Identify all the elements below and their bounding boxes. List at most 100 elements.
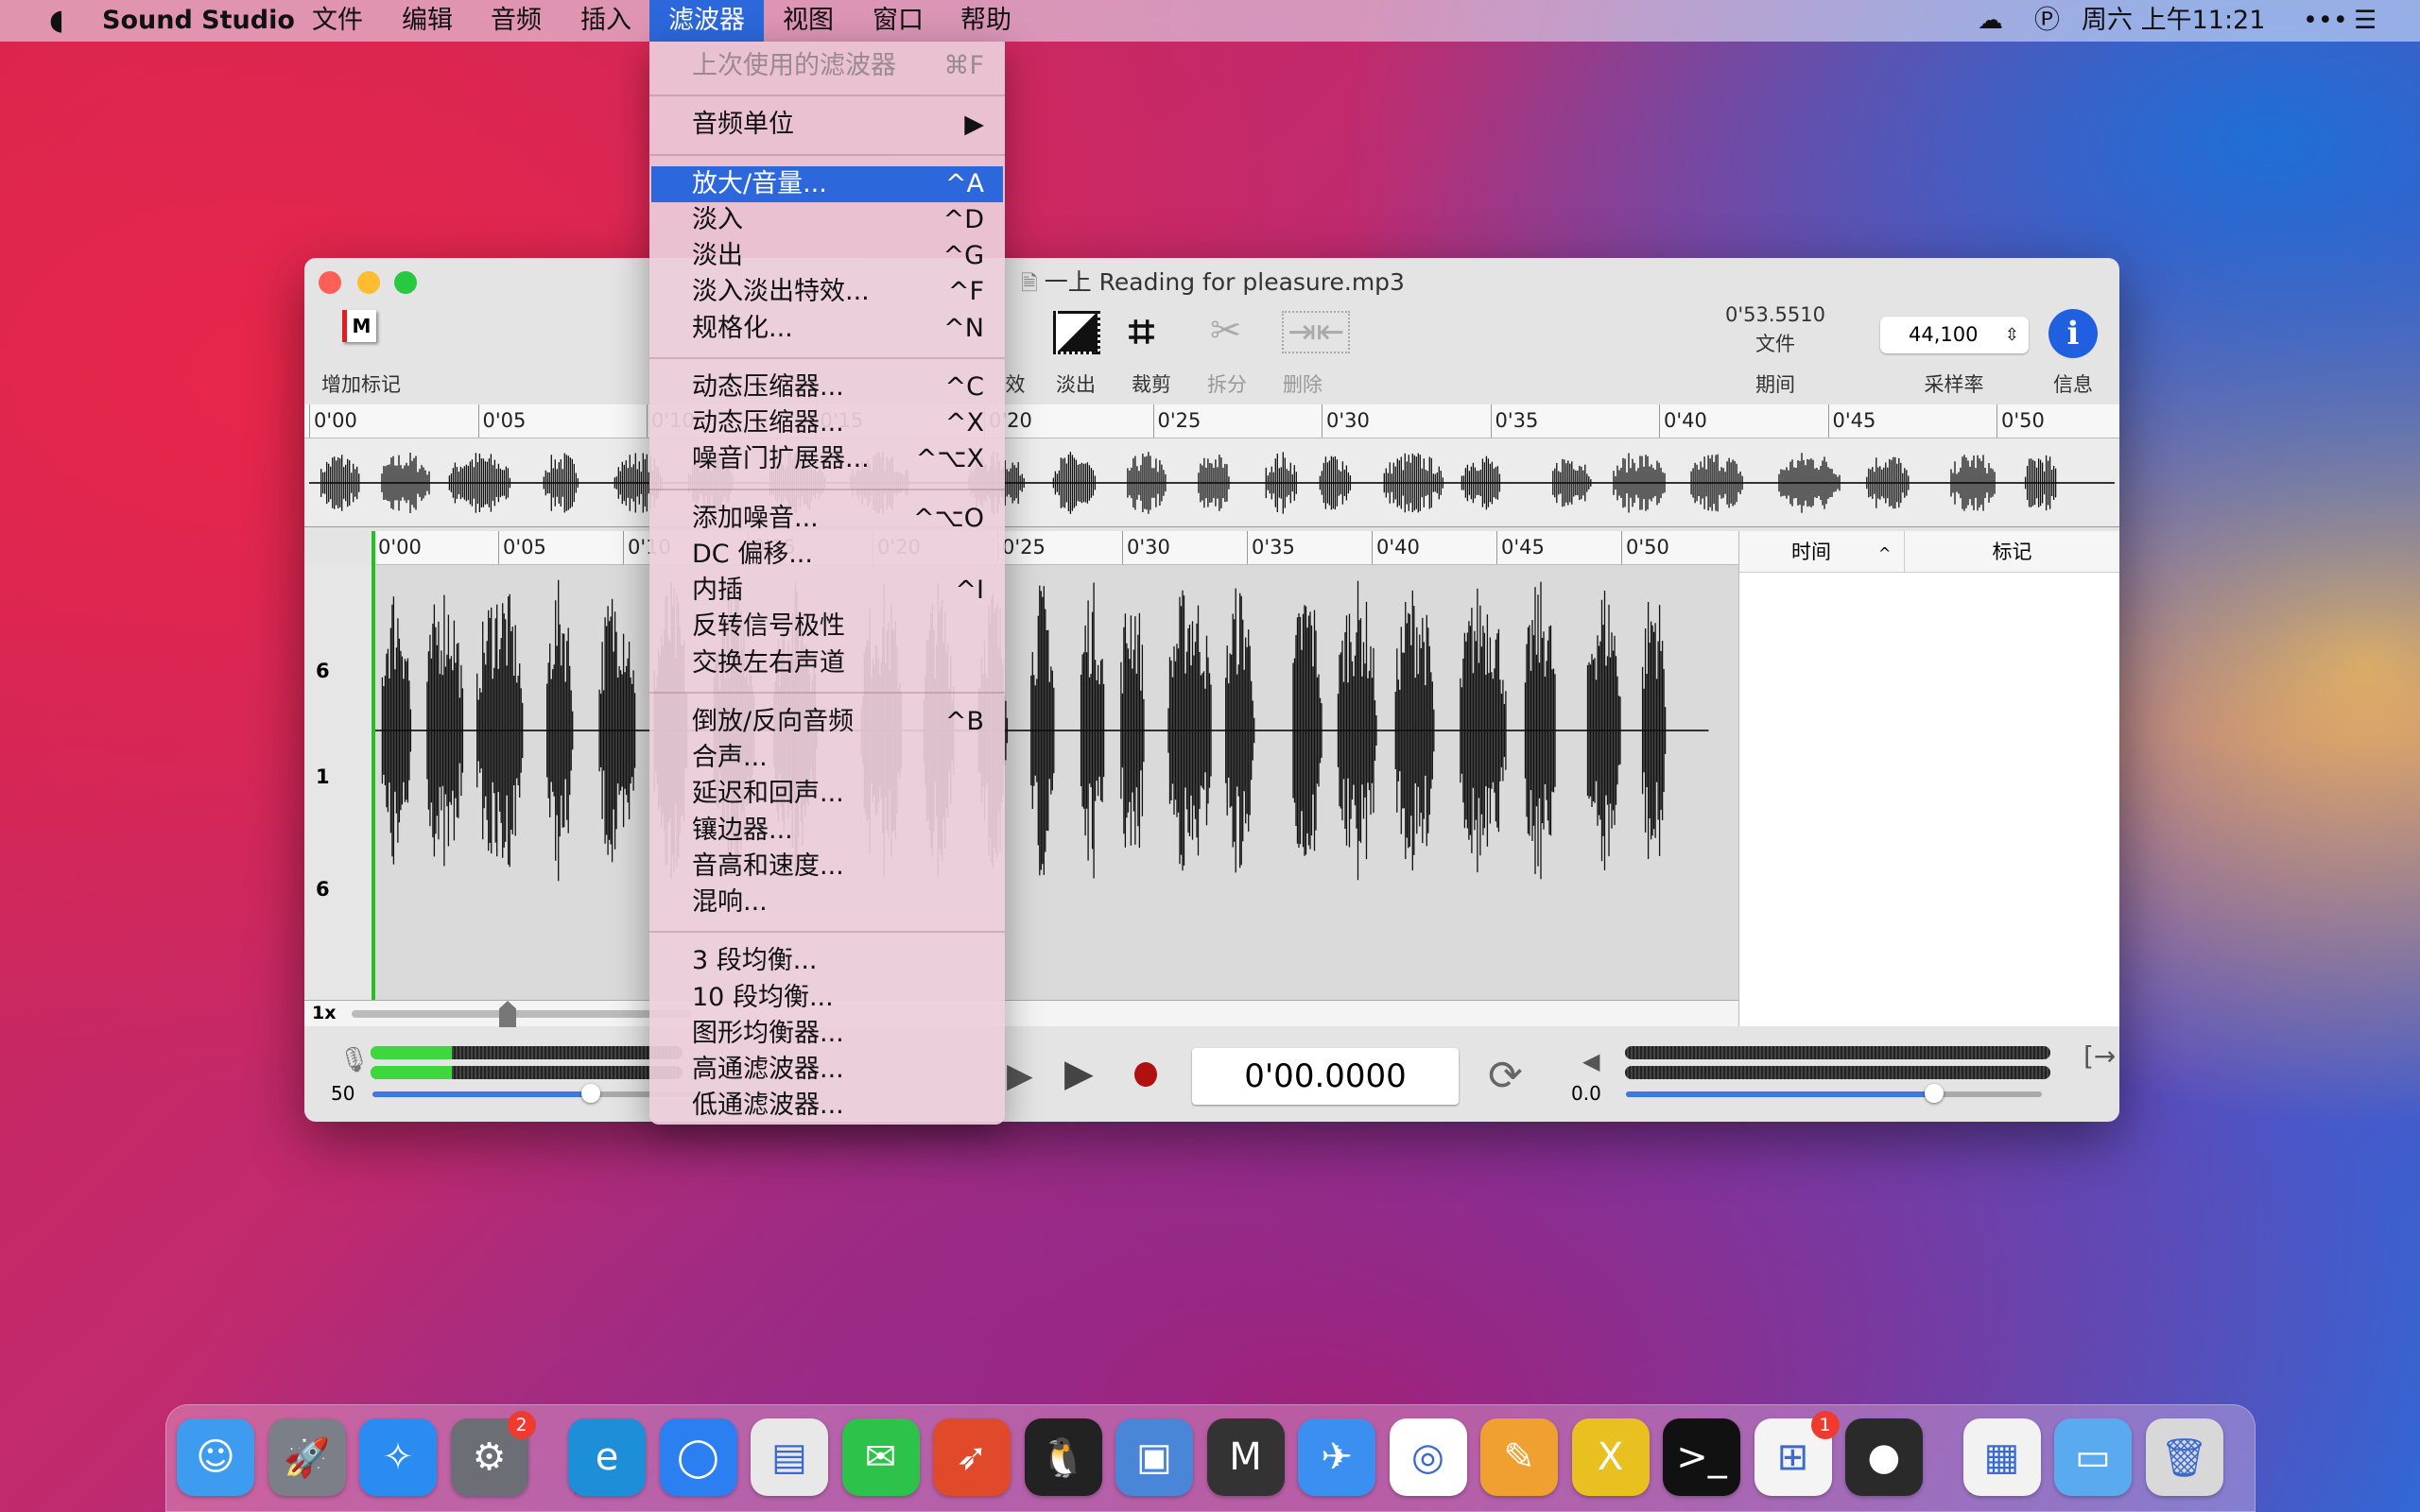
dock-rocket-icon[interactable]: ➶ bbox=[933, 1418, 1011, 1496]
menu-item[interactable]: 倒放/反向音频 ^B bbox=[651, 704, 1003, 740]
close-button[interactable] bbox=[319, 271, 341, 294]
play-previous-icon[interactable]: ▶ bbox=[1007, 1057, 1033, 1095]
add-marker-button[interactable]: M bbox=[342, 310, 378, 353]
dock-finder-icon[interactable]: ☺ bbox=[177, 1418, 254, 1496]
menu-item[interactable]: 淡出 ^G bbox=[651, 238, 1003, 274]
main-waveform[interactable] bbox=[373, 565, 1738, 1000]
dock-system-preferences-icon[interactable]: ⚙ 2 bbox=[450, 1411, 536, 1496]
clock[interactable]: 周六 上午11:21 bbox=[2068, 0, 2278, 42]
dock-printer-icon[interactable]: ▤ bbox=[751, 1418, 828, 1496]
vpn-icon[interactable]: Ⓟ bbox=[2021, 0, 2073, 42]
dock-mail-bird-icon[interactable]: ✈ bbox=[1298, 1418, 1375, 1496]
menu-item[interactable]: 高通滤波器... bbox=[651, 1052, 1003, 1088]
menu-item-label: 噪音门扩展器... bbox=[692, 444, 870, 474]
stepper-arrows-icon[interactable]: ⇳ bbox=[2005, 317, 2019, 353]
menu-help[interactable]: 帮助 bbox=[947, 0, 1025, 42]
dock-folder-icon[interactable]: ▭ bbox=[2054, 1418, 2132, 1496]
dock-x-app-icon[interactable]: X bbox=[1571, 1418, 1650, 1496]
dock-transmit-icon[interactable]: ▣ bbox=[1115, 1418, 1193, 1496]
menu-view[interactable]: 视图 bbox=[769, 0, 847, 42]
menu-file[interactable]: 文件 bbox=[299, 0, 376, 42]
menu-edit[interactable]: 编辑 bbox=[389, 0, 466, 42]
dock-office-installer-icon[interactable]: ⊞ 1 bbox=[1754, 1411, 1840, 1496]
menu-item[interactable]: 添加噪音... ^⌥O bbox=[651, 501, 1003, 537]
dock-edge-icon[interactable]: e bbox=[568, 1418, 646, 1496]
ruler-tick-label: 0'00 bbox=[373, 531, 422, 564]
zoom-button[interactable] bbox=[394, 271, 417, 294]
dock-wechat-icon[interactable]: ✉ bbox=[841, 1418, 920, 1496]
menu-item[interactable]: 放大/音量... ^A bbox=[651, 165, 1003, 202]
playhead[interactable] bbox=[372, 531, 375, 1000]
menu-audio[interactable]: 音频 bbox=[477, 0, 555, 42]
dock-document-icon[interactable]: ▦ bbox=[1962, 1418, 2041, 1496]
dock-sound-studio-icon[interactable]: ● bbox=[1845, 1418, 1923, 1496]
duration-label: 期间 bbox=[1755, 373, 1795, 396]
sample-rate-stepper[interactable]: 44,100 ⇳ bbox=[1880, 317, 2029, 353]
marker-flag-icon: M bbox=[342, 310, 376, 342]
overview-waveform[interactable] bbox=[304, 438, 2119, 527]
menu-item[interactable]: 淡入 ^D bbox=[651, 202, 1003, 238]
dock-terminal-icon[interactable]: >_ bbox=[1663, 1418, 1740, 1496]
menu-filter[interactable]: 滤波器 bbox=[649, 0, 764, 42]
loop-icon[interactable]: ⟳ bbox=[1488, 1052, 1523, 1100]
play-button[interactable]: ▶ bbox=[1064, 1052, 1094, 1095]
menu-item-shortcut: ^B bbox=[944, 706, 984, 736]
menu-item[interactable]: 内插 ^I bbox=[651, 573, 1003, 609]
dock-safari-icon[interactable]: ✧ bbox=[359, 1418, 437, 1496]
menu-insert[interactable]: 插入 bbox=[567, 0, 645, 42]
apple-menu-icon[interactable]: ◖ bbox=[36, 0, 78, 42]
menu-item[interactable]: 噪音门扩展器... ^⌥X bbox=[651, 441, 1003, 477]
menu-item-label: 延迟和回声... bbox=[692, 779, 844, 809]
export-icon[interactable]: [→ bbox=[2083, 1040, 2116, 1072]
menu-item[interactable]: 镶边器... bbox=[651, 813, 1003, 849]
app-menu[interactable]: Sound Studio bbox=[89, 0, 308, 42]
dock-qq-icon[interactable]: 🐧 bbox=[1024, 1418, 1102, 1496]
column-time[interactable]: 时间 ^ bbox=[1739, 531, 1905, 572]
dock-launchpad-icon[interactable]: 🚀 bbox=[268, 1418, 346, 1496]
zoom-slider-knob[interactable] bbox=[499, 1001, 516, 1027]
fade-out-button[interactable]: 淡出 bbox=[1056, 369, 1096, 398]
menu-item-label: 添加噪音... bbox=[692, 503, 819, 533]
menu-item[interactable]: 延迟和回声... bbox=[651, 776, 1003, 812]
menu-window[interactable]: 窗口 bbox=[859, 0, 937, 42]
minimize-button[interactable] bbox=[357, 271, 380, 294]
menu-item[interactable]: 规格化... ^N bbox=[651, 311, 1003, 347]
duration-source: 文件 bbox=[1755, 333, 1795, 355]
menu-item[interactable]: 音频单位 ▶ bbox=[651, 107, 1003, 143]
menu-item[interactable]: 3 段均衡... bbox=[651, 943, 1003, 979]
crop-button[interactable]: 裁剪 bbox=[1132, 369, 1171, 398]
fade-out-icon[interactable] bbox=[1053, 311, 1100, 354]
cloud-icon[interactable]: ☁ bbox=[1964, 0, 2016, 42]
menu-item[interactable]: 合声... bbox=[651, 740, 1003, 776]
column-marker[interactable]: 标记 bbox=[1905, 531, 2119, 572]
dock-pixelmator-icon[interactable]: ✎ bbox=[1480, 1418, 1558, 1496]
menu-item[interactable]: DC 偏移... bbox=[651, 537, 1003, 573]
zoom-slider[interactable] bbox=[352, 1010, 692, 1018]
output-volume-slider[interactable] bbox=[1626, 1084, 2042, 1103]
menu-item[interactable]: 混响... bbox=[651, 885, 1003, 920]
add-marker-label: 增加标记 bbox=[321, 373, 401, 396]
menu-item[interactable]: 动态压缩器... ^C bbox=[651, 369, 1003, 405]
menu-item[interactable]: 反转信号极性 bbox=[651, 609, 1003, 644]
menu-item[interactable]: 图形均衡器... bbox=[651, 1016, 1003, 1052]
menu-item[interactable]: 交换左右声道 bbox=[651, 645, 1003, 681]
dock-trash-icon[interactable]: 🗑 bbox=[2145, 1418, 2223, 1496]
dock-chat-icon[interactable]: ◯ bbox=[659, 1418, 737, 1496]
input-meter-left bbox=[371, 1046, 683, 1059]
menu-item-label: 淡入淡出特效... bbox=[692, 277, 870, 307]
menu-item[interactable]: 10 段均衡... bbox=[651, 980, 1003, 1016]
ruler-tick-label: 0'45 bbox=[1827, 404, 1876, 438]
output-level: 0.0 bbox=[1571, 1082, 1601, 1105]
menu-item[interactable]: 淡入淡出特效... ^F bbox=[651, 274, 1003, 310]
menu-item[interactable]: 动态压缩器... ^X bbox=[651, 405, 1003, 441]
record-button[interactable] bbox=[1134, 1062, 1157, 1087]
split-button: 拆分 bbox=[1207, 373, 1247, 396]
control-center-icon[interactable]: ☰ bbox=[2341, 0, 2390, 42]
dock-baidu-netdisk-icon[interactable]: ◎ bbox=[1389, 1418, 1467, 1496]
info-icon[interactable]: i bbox=[2048, 309, 2098, 358]
menu-item[interactable]: 低通滤波器... bbox=[651, 1088, 1003, 1124]
crop-icon[interactable]: ⌗ bbox=[1129, 305, 1154, 359]
menu-item[interactable]: 音高和速度... bbox=[651, 849, 1003, 885]
dock-mweb-icon[interactable]: M bbox=[1206, 1418, 1285, 1496]
overview-ruler: 0'000'050'100'150'200'250'300'350'400'45… bbox=[304, 404, 2119, 438]
